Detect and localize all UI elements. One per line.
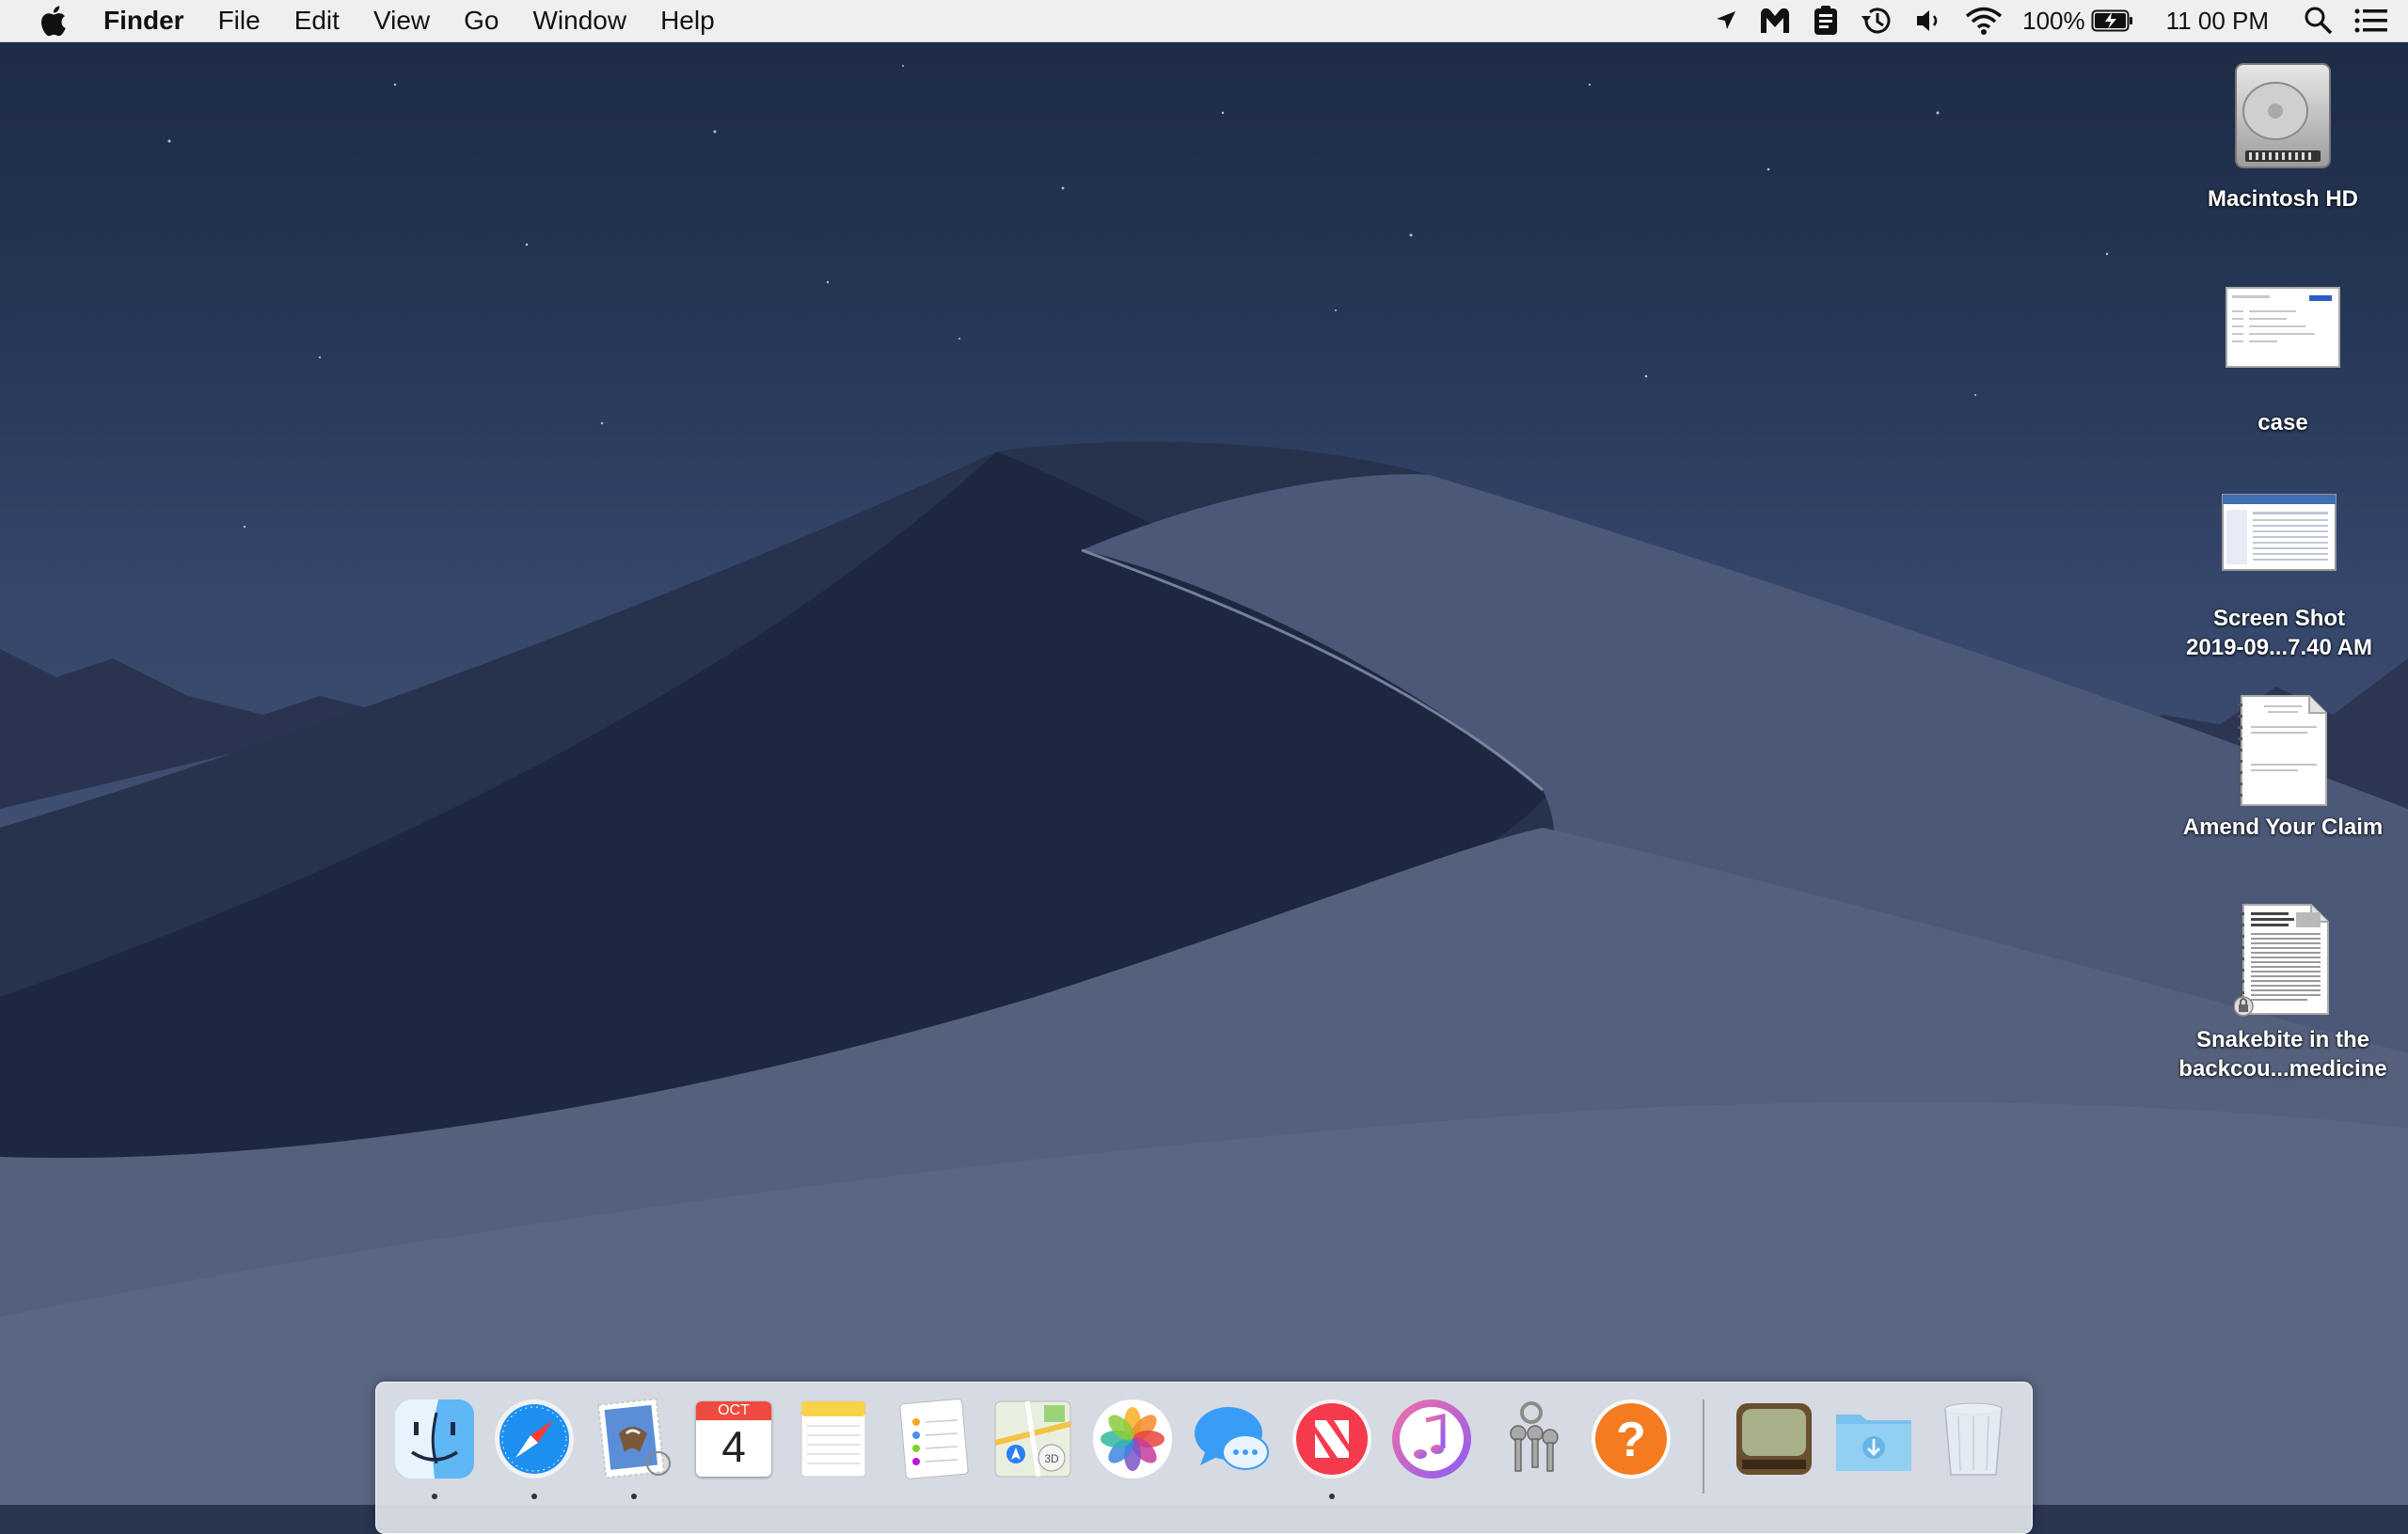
calendar-month: OCT — [696, 1401, 771, 1420]
dock-running-indicator — [631, 1494, 637, 1499]
desktop-item-case[interactable]: case — [2170, 282, 2396, 437]
dock-news[interactable] — [1289, 1396, 1375, 1482]
dock-safari[interactable] — [491, 1396, 578, 1482]
downloads-folder-icon — [1836, 1415, 1911, 1471]
itunes-icon — [1392, 1400, 1471, 1479]
wifi-icon[interactable] — [1955, 0, 2013, 41]
clipboard-icon[interactable] — [1802, 0, 1849, 41]
menu-view[interactable]: View — [356, 0, 447, 41]
dock-keychain-access[interactable] — [1488, 1396, 1575, 1482]
desktop-item-macintosh-hd[interactable]: Macintosh HD — [2170, 56, 2396, 213]
svg-text:3D: 3D — [1044, 1452, 1059, 1465]
screenshot-thumbnail-icon — [2222, 494, 2337, 571]
maps-icon: 3D — [994, 1400, 1071, 1478]
desktop-item-label: case — [2258, 410, 2308, 435]
desktop-item-screen-shot[interactable]: Screen Shot 2019-09...7.40 AM — [2166, 491, 2392, 662]
dock-trash[interactable] — [1930, 1396, 2017, 1482]
finder-icon — [395, 1400, 474, 1479]
desktop-item-label: Macintosh HD — [2207, 186, 2358, 212]
dock-finder[interactable] — [391, 1396, 478, 1482]
document-thumbnail-icon — [2238, 695, 2327, 806]
desktop-item-amend-your-claim[interactable]: Amend Your Claim — [2170, 694, 2396, 842]
dock-separator — [1703, 1400, 1704, 1494]
desktop-item-label: Screen Shot 2019-09...7.40 AM — [2186, 606, 2372, 660]
menu-window[interactable]: Window — [515, 0, 643, 41]
mail-stamp-icon — [596, 1398, 671, 1479]
document-thumbnail-icon — [2226, 287, 2340, 368]
menu-app-name[interactable]: Finder — [103, 0, 201, 41]
location-icon[interactable] — [1704, 0, 1748, 41]
malwarebytes-icon[interactable] — [1748, 0, 1802, 41]
dock-downloads[interactable] — [1830, 1396, 1917, 1482]
hard-drive-icon — [2235, 63, 2331, 168]
notes-icon — [800, 1400, 866, 1478]
dock-running-indicator — [531, 1494, 537, 1499]
reminders-icon — [899, 1399, 969, 1479]
trash-icon — [1944, 1402, 2003, 1476]
notification-center-icon[interactable] — [2344, 0, 2408, 41]
safari-icon — [495, 1400, 574, 1479]
tv-icon — [1736, 1403, 1812, 1475]
volume-icon[interactable] — [1904, 0, 1955, 41]
desktop-item-label: Snakebite in the backcou...medicine — [2178, 1027, 2387, 1082]
dock: OCT 4 3D ? — [375, 1382, 2033, 1534]
dock-reminders[interactable] — [890, 1396, 976, 1482]
dock-itunes[interactable] — [1388, 1396, 1475, 1482]
dock-tips[interactable]: ? — [1588, 1396, 1674, 1482]
menu-clock[interactable]: 11 00 PM — [2144, 0, 2293, 41]
menu-edit[interactable]: Edit — [277, 0, 356, 41]
dock-mail[interactable] — [591, 1396, 677, 1482]
dock-photos[interactable] — [1089, 1396, 1176, 1482]
time-machine-icon[interactable] — [1849, 0, 1904, 41]
desktop-item-snakebite[interactable]: Snakebite in the backcou...medicine — [2170, 903, 2396, 1083]
menu-file[interactable]: File — [201, 0, 277, 41]
keychain-icon — [1510, 1401, 1559, 1472]
menu-bar: Finder File Edit View Go Window Help 100… — [0, 0, 2408, 42]
dock-video-player[interactable] — [1731, 1396, 1817, 1482]
dock-running-indicator — [1329, 1494, 1335, 1499]
desktop-item-label: Amend Your Claim — [2182, 814, 2384, 840]
calendar-day: 4 — [721, 1422, 746, 1471]
battery-status[interactable]: 100% — [2013, 0, 2144, 41]
menu-help[interactable]: Help — [643, 0, 732, 41]
calendar-icon: OCT 4 — [696, 1401, 771, 1477]
battery-icon — [2091, 8, 2134, 33]
dock-running-indicator — [432, 1494, 437, 1499]
dock-notes[interactable] — [790, 1396, 877, 1482]
document-thumbnail-icon — [2234, 904, 2329, 1017]
spotlight-icon[interactable] — [2293, 0, 2344, 41]
dock-calendar[interactable]: OCT 4 — [690, 1396, 777, 1482]
news-icon — [1292, 1400, 1371, 1479]
desktop-wallpaper — [0, 0, 2408, 1505]
battery-percent: 100% — [2022, 6, 2085, 35]
svg-text:?: ? — [1616, 1413, 1646, 1467]
apple-menu-icon[interactable] — [34, 0, 71, 41]
help-icon: ? — [1592, 1400, 1671, 1479]
messages-icon — [1195, 1407, 1269, 1470]
photos-icon — [1093, 1400, 1172, 1479]
dock-messages[interactable] — [1189, 1396, 1275, 1482]
dock-maps[interactable]: 3D — [990, 1396, 1076, 1482]
menu-go[interactable]: Go — [447, 0, 515, 41]
